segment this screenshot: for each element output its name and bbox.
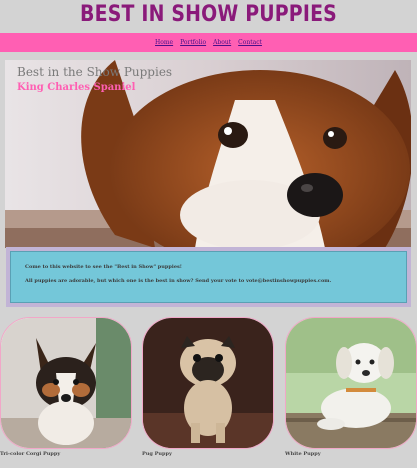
gallery-card-corgi[interactable]: Tri-color Corgi Puppy [0, 317, 132, 467]
info-vote-text: All puppies are adorable, but which one … [25, 278, 332, 284]
hero-heading: Best in the Show Puppies [17, 65, 173, 79]
pug-puppy-image [143, 318, 273, 448]
info-welcome-text: Come to this website to see the "Best in… [25, 264, 183, 270]
site-title: BEST IN SHOW PUPPIES [80, 2, 337, 27]
gallery-card-white[interactable]: White Puppy [285, 317, 417, 467]
corgi-puppy-image [1, 318, 131, 448]
white-puppy-image [286, 318, 416, 448]
nav-contact-link[interactable]: Contact [238, 39, 262, 46]
nav-portfolio-link[interactable]: Portfolio [180, 39, 206, 46]
hero-banner: Best in the Show Puppies King Charles Sp… [5, 60, 411, 248]
white-caption: White Puppy [285, 451, 321, 457]
nav-about-link[interactable]: About [213, 39, 231, 46]
pug-caption: Pug Puppy [142, 451, 172, 457]
info-panel: Come to this website to see the "Best in… [6, 247, 411, 307]
white-photo [285, 317, 417, 449]
nav-home-link[interactable]: Home [155, 39, 173, 46]
gallery-card-pug[interactable]: Pug Puppy [142, 317, 274, 467]
pug-photo [142, 317, 274, 449]
corgi-caption: Tri-color Corgi Puppy [0, 451, 61, 457]
navbar: Home Portfolio About Contact [0, 33, 417, 52]
info-box: Come to this website to see the "Best in… [10, 251, 407, 303]
corgi-photo [0, 317, 132, 449]
hero-subheading: King Charles Spaniel [17, 82, 136, 93]
